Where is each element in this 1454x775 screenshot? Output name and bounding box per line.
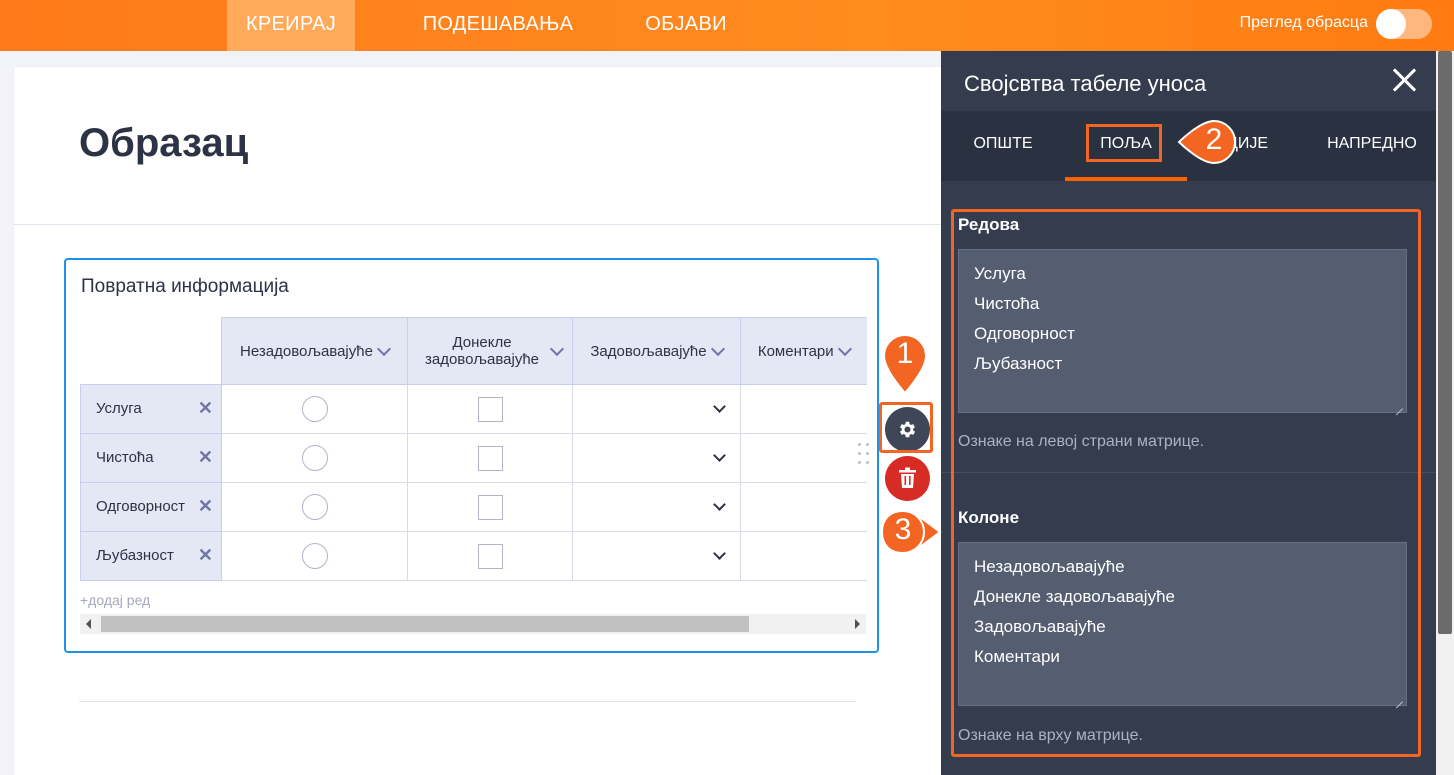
- callout-marker: 3: [880, 509, 942, 555]
- drag-handle-icon[interactable]: [858, 443, 872, 469]
- add-row-link[interactable]: +додај ред: [80, 592, 150, 608]
- row-header[interactable]: Љубазност ✕: [80, 531, 222, 581]
- tab-advanced[interactable]: НАПРЕДНО: [1312, 111, 1432, 181]
- dropdown-cell[interactable]: [572, 384, 741, 434]
- gear-button-highlight: [879, 402, 933, 453]
- vertical-scrollbar[interactable]: [1436, 51, 1454, 775]
- divider: [79, 701, 856, 702]
- text-cell[interactable]: [740, 531, 867, 581]
- tab-create[interactable]: КРЕИРАЈ: [227, 0, 355, 51]
- table-row: Одговорност ✕: [80, 482, 867, 532]
- delete-field-button[interactable]: [885, 456, 930, 501]
- field-label[interactable]: Повратна информација: [81, 276, 289, 298]
- checkbox[interactable]: [478, 544, 503, 569]
- checkbox[interactable]: [478, 495, 503, 520]
- form-title[interactable]: Образац: [79, 121, 248, 166]
- scroll-right-arrow-icon[interactable]: [855, 619, 860, 629]
- matrix-table: Незадовољавајуће Донекле задовољавајуће …: [80, 317, 867, 581]
- checkbox[interactable]: [478, 446, 503, 471]
- dropdown-cell[interactable]: [572, 433, 741, 483]
- column-header[interactable]: Незадовољавајуће: [221, 317, 408, 385]
- table-row: Љубазност ✕: [80, 531, 867, 581]
- input-table-field[interactable]: Повратна информација Незадовољавајуће До…: [64, 258, 879, 653]
- chevron-down-icon[interactable]: [837, 341, 852, 356]
- table-row: Чистоћа ✕: [80, 433, 867, 483]
- chevron-down-icon: [713, 547, 726, 560]
- row-header[interactable]: Одговорност ✕: [80, 482, 222, 532]
- radio-button[interactable]: [301, 445, 328, 471]
- row-header[interactable]: Чистоћа ✕: [80, 433, 222, 483]
- chevron-down-icon: [713, 498, 726, 511]
- text-cell[interactable]: [740, 482, 867, 532]
- remove-row-icon[interactable]: ✕: [198, 398, 213, 419]
- row-header[interactable]: Услуга ✕: [80, 384, 222, 434]
- form-preview-label: Преглед обрасца: [1239, 14, 1368, 31]
- remove-row-icon[interactable]: ✕: [198, 545, 213, 566]
- toggle-knob: [1376, 9, 1406, 39]
- radio-button[interactable]: [301, 494, 328, 520]
- tab-publish[interactable]: ОБЈАВИ: [628, 0, 744, 51]
- text-cell[interactable]: [740, 384, 867, 434]
- remove-row-icon[interactable]: ✕: [198, 447, 213, 468]
- close-icon[interactable]: [1392, 68, 1416, 92]
- tab-settings[interactable]: ПОДЕШАВАЊА: [398, 0, 598, 51]
- column-header[interactable]: Коментари: [740, 317, 867, 385]
- scroll-left-arrow-icon[interactable]: [86, 619, 91, 629]
- matrix-corner: [80, 317, 222, 385]
- scrollbar-thumb[interactable]: [101, 616, 749, 632]
- table-row: Услуга ✕: [80, 384, 867, 434]
- fields-section-highlight: [951, 209, 1421, 757]
- dropdown-cell[interactable]: [572, 531, 741, 581]
- panel-title: Својсвтва табеле уноса: [964, 71, 1207, 96]
- chevron-down-icon[interactable]: [376, 341, 392, 356]
- trash-icon: [899, 467, 916, 488]
- column-header[interactable]: Донекле задовољавајуће: [407, 317, 573, 385]
- callout-marker: 2: [1177, 119, 1237, 165]
- scrollbar-thumb[interactable]: [1438, 51, 1452, 634]
- dropdown-cell[interactable]: [572, 482, 741, 532]
- chevron-down-icon: [713, 449, 726, 462]
- radio-button[interactable]: [301, 396, 328, 422]
- checkbox[interactable]: [478, 397, 503, 422]
- tab-general[interactable]: ОПШТЕ: [941, 111, 1065, 181]
- remove-row-icon[interactable]: ✕: [198, 496, 213, 517]
- text-cell[interactable]: [740, 433, 867, 483]
- horizontal-scrollbar[interactable]: [80, 614, 866, 634]
- callout-marker: 1: [882, 333, 928, 395]
- top-navigation-bar: КРЕИРАЈ ПОДЕШАВАЊА ОБЈАВИ Преглед обрасц…: [0, 0, 1454, 51]
- chevron-down-icon: [713, 400, 726, 413]
- active-tab-highlight: [1086, 124, 1162, 162]
- column-header[interactable]: Задовољавајуће: [572, 317, 741, 385]
- divider: [14, 224, 941, 225]
- chevron-down-icon[interactable]: [549, 341, 565, 356]
- radio-button[interactable]: [301, 543, 328, 569]
- form-preview-toggle[interactable]: [1376, 9, 1432, 39]
- chevron-down-icon[interactable]: [710, 341, 725, 356]
